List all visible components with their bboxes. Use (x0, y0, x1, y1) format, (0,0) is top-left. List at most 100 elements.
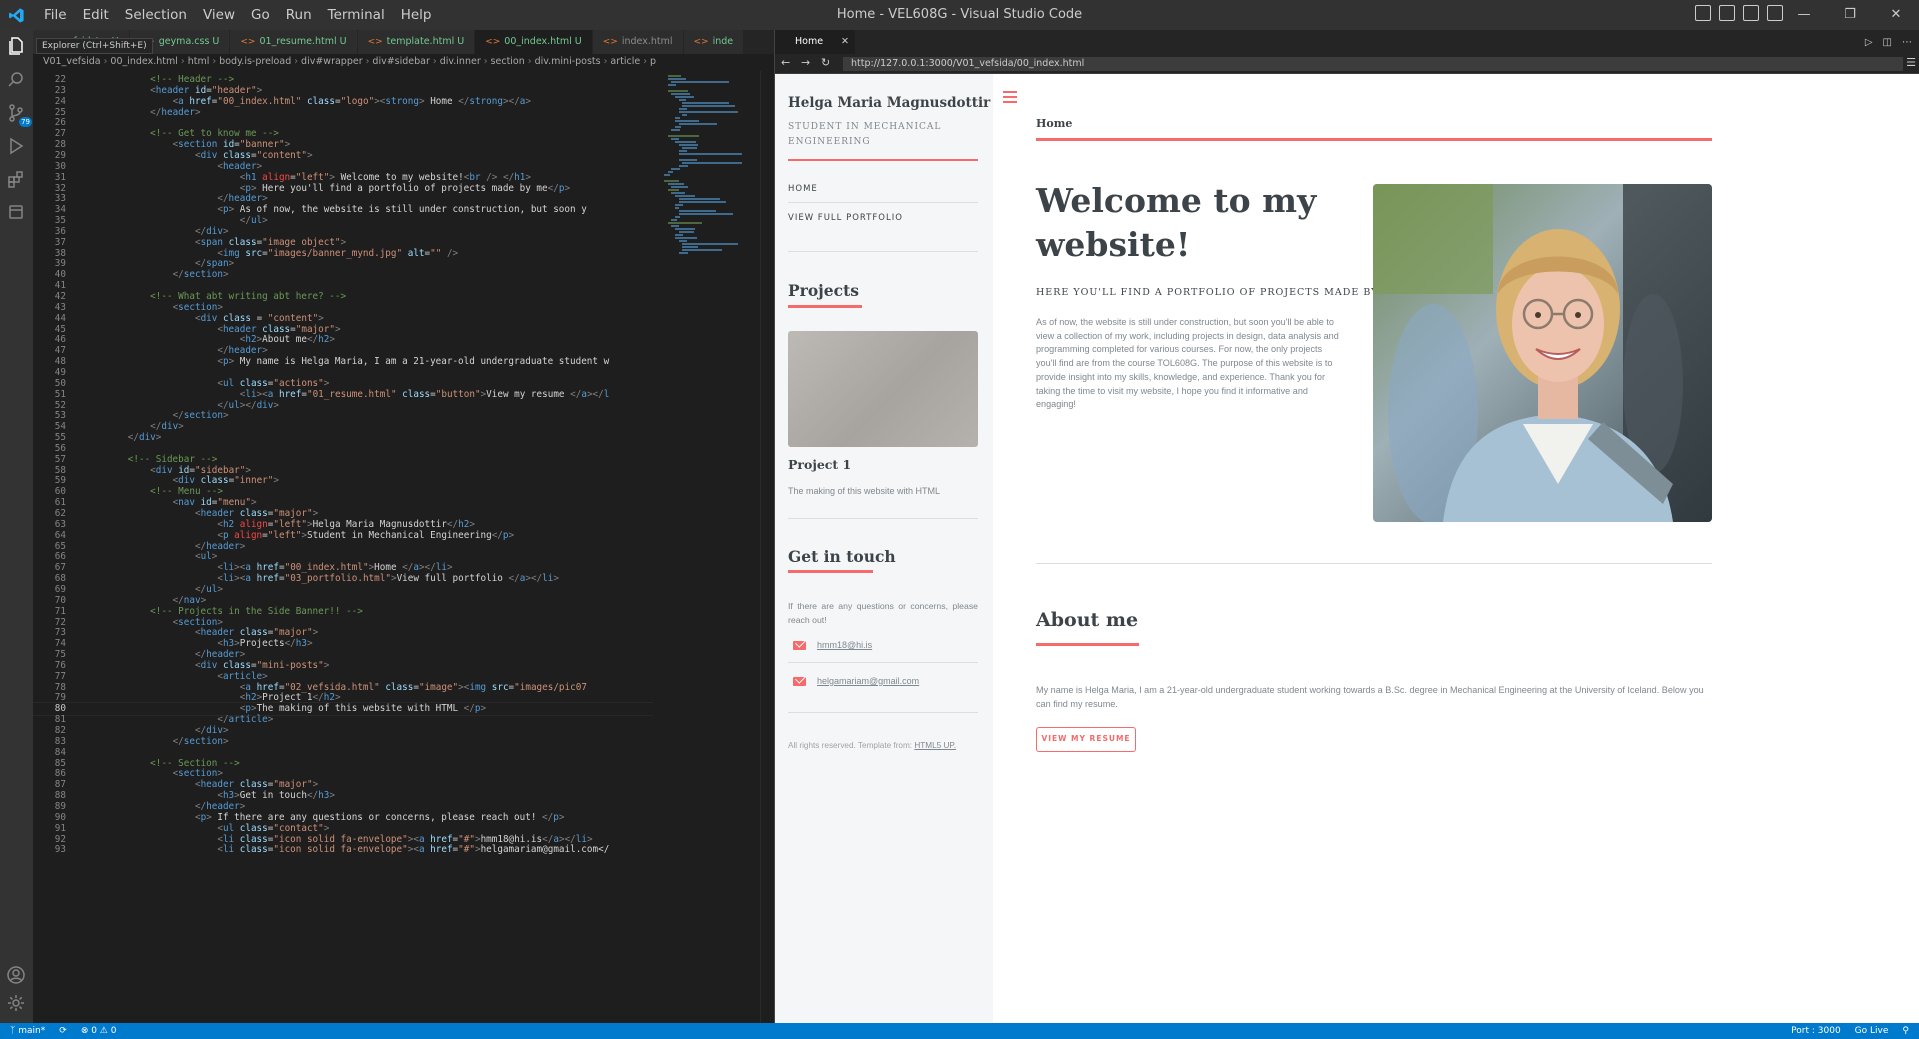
breadcrumb-item[interactable]: div.inner (440, 56, 481, 67)
code-line[interactable]: </ul></div> (83, 400, 279, 411)
breadcrumb-item[interactable]: p (650, 56, 656, 67)
minimap[interactable] (653, 71, 774, 1023)
code-line[interactable]: <div class = "content"> (83, 313, 324, 324)
project-title[interactable]: Project 1 (788, 457, 851, 472)
breadcrumb-item[interactable]: div#sidebar (372, 56, 429, 67)
toggle-secondary-sidebar-icon[interactable] (1743, 5, 1759, 21)
code-line[interactable]: <img src="images/banner_mynd.jpg" alt=""… (83, 248, 458, 259)
branch-indicator[interactable]: ᛉ main* (10, 1023, 45, 1039)
project-thumbnail[interactable] (788, 331, 978, 447)
code-line[interactable]: <header class="major"> (83, 627, 318, 638)
code-line[interactable]: </div> (83, 421, 184, 432)
menu-view[interactable]: View (195, 0, 243, 30)
code-line[interactable]: <section> (83, 302, 223, 313)
menu-help[interactable]: Help (393, 0, 440, 30)
code-line[interactable]: <a href="00_index.html" class="logo"><st… (83, 96, 531, 107)
code-line[interactable]: </span> (83, 258, 234, 269)
source-control-icon[interactable]: 79 (6, 103, 32, 127)
close-window-button[interactable]: ✕ (1873, 0, 1919, 30)
code-line[interactable]: <a href="02_vefsida.html" class="image">… (83, 682, 587, 693)
breadcrumb-item[interactable]: section (491, 56, 525, 67)
code-line[interactable]: <h3>Projects</h3> (83, 638, 312, 649)
code-line[interactable]: <ul class="actions"> (83, 378, 329, 389)
menu-run[interactable]: Run (278, 0, 320, 30)
code-line[interactable]: <header class="major"> (83, 324, 340, 335)
email-link-gmail[interactable]: helgamariam@gmail.com (817, 676, 919, 686)
breadcrumb-item[interactable]: 00_index.html (110, 56, 178, 67)
search-icon[interactable] (6, 70, 26, 90)
code-line[interactable]: </section> (83, 410, 229, 421)
explorer-icon[interactable] (6, 36, 26, 56)
code-line[interactable]: </div> (83, 725, 229, 736)
toggle-panel-icon[interactable] (1719, 5, 1735, 21)
code-line[interactable]: <p> As of now, the website is still unde… (83, 204, 586, 215)
reload-icon[interactable]: ↻ (821, 56, 830, 69)
code-line[interactable]: <ul> (83, 551, 217, 562)
breadcrumb-item[interactable]: div#wrapper (301, 56, 363, 67)
editor-scrollbar[interactable] (760, 71, 774, 1023)
code-line[interactable]: <li class="icon solid fa-envelope"><a hr… (83, 834, 592, 845)
editor-tab[interactable]: <> index.html (592, 30, 684, 54)
code-line[interactable]: <h2 align="left">Helga Maria Magnusdotti… (83, 519, 475, 530)
go-live-button[interactable]: Go Live (1855, 1023, 1889, 1039)
breadcrumb-item[interactable]: V01_vefsida (43, 56, 101, 67)
code-line[interactable]: <p> If there are any questions or concer… (83, 812, 565, 823)
code-line[interactable]: <span class="image object"> (83, 237, 346, 248)
code-line[interactable]: <div class="inner"> (83, 475, 279, 486)
code-line[interactable]: <!-- Header --> (83, 74, 234, 85)
editor-tab[interactable]: <> template.html U (357, 30, 476, 54)
run-icon[interactable]: ▷ (1865, 37, 1873, 48)
code-line[interactable]: </ul> (83, 584, 223, 595)
extensions-icon[interactable] (6, 169, 26, 189)
code-line[interactable]: <!-- Section --> (83, 758, 240, 769)
code-line[interactable]: <header class="major"> (83, 508, 318, 519)
code-line[interactable]: <!-- Projects in the Side Banner!! --> (83, 606, 363, 617)
site-header-title[interactable]: Home (1036, 117, 1072, 130)
code-line[interactable]: <li><a href="00_index.html">Home </a></l… (83, 562, 452, 573)
menu-selection[interactable]: Selection (117, 0, 195, 30)
code-line[interactable]: <h1 align="left"> Welcome to my website!… (83, 172, 531, 183)
code-line[interactable]: <h3>Get in touch</h3> (83, 790, 335, 801)
sidebar-nav-portfolio[interactable]: VIEW FULL PORTFOLIO (788, 213, 903, 223)
code-line[interactable]: <header id="header"> (83, 85, 262, 96)
code-line[interactable]: </article> (83, 714, 273, 725)
footer-link[interactable]: HTML5 UP. (914, 741, 956, 750)
code-line[interactable]: <p align="left">Student in Mechanical En… (83, 530, 514, 541)
forward-icon[interactable]: → (801, 56, 810, 69)
account-icon[interactable] (6, 965, 26, 985)
menu-file[interactable]: File (36, 0, 75, 30)
code-line[interactable]: </header> (83, 345, 267, 356)
editor-tab[interactable]: <> inde (683, 30, 745, 54)
toggle-primary-sidebar-icon[interactable] (1695, 5, 1711, 21)
more-actions-icon[interactable]: ⋯ (1902, 37, 1912, 48)
restore-button[interactable]: ❐ (1827, 0, 1873, 30)
notifications-bell-icon[interactable]: ⚲ (1902, 1023, 1909, 1039)
code-line[interactable]: <header> (83, 161, 262, 172)
port-indicator[interactable]: Port : 3000 (1791, 1023, 1841, 1039)
minimize-button[interactable]: — (1781, 0, 1827, 30)
code-line[interactable]: <div class="content"> (83, 150, 313, 161)
code-line[interactable]: <!-- Menu --> (83, 486, 223, 497)
view-resume-button[interactable]: VIEW MY RESUME (1036, 727, 1136, 752)
settings-gear-icon[interactable] (6, 993, 26, 1013)
code-line[interactable]: </header> (83, 649, 245, 660)
problems-indicator[interactable]: ⊗ 0 ⚠ 0 (81, 1023, 117, 1039)
code-line[interactable]: <article> (83, 671, 267, 682)
menu-toggle-icon[interactable] (1003, 91, 1017, 106)
code-line[interactable]: <section> (83, 768, 223, 779)
editor-tab[interactable]: <> 00_index.html U (475, 30, 593, 54)
hamburger-menu-icon[interactable]: ☰ (1906, 56, 1916, 69)
breadcrumb-item[interactable]: html (188, 56, 210, 67)
code-line[interactable]: </ul> (83, 215, 268, 226)
code-line[interactable]: </div> (83, 226, 229, 237)
code-line[interactable]: </header> (83, 541, 245, 552)
run-debug-icon[interactable] (6, 136, 26, 156)
menu-terminal[interactable]: Terminal (320, 0, 393, 30)
preview-tab[interactable]: Home ✕ (775, 30, 855, 54)
sync-icon[interactable]: ⟳ (59, 1023, 67, 1039)
code-line[interactable]: </section> (83, 269, 229, 280)
code-line[interactable]: <p> Here you'll find a portfolio of proj… (83, 183, 570, 194)
menu-edit[interactable]: Edit (75, 0, 117, 30)
code-line[interactable]: </div> (83, 432, 162, 443)
code-editor[interactable]: 22 <!-- Header --> 23 <header id="header"… (33, 71, 653, 1023)
